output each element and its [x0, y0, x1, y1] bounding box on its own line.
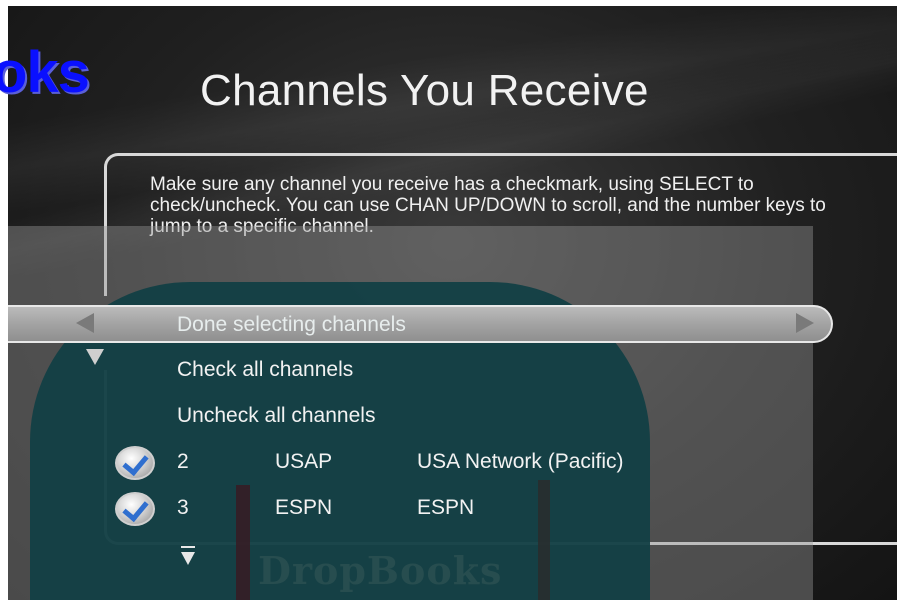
checkmark-icon: [122, 448, 149, 477]
channel-number: 3: [177, 496, 189, 519]
channel-number: 2: [177, 450, 189, 473]
scroll-indicator-bar: [181, 546, 195, 548]
channel-callsign: ESPN: [275, 496, 333, 519]
right-arrow-icon[interactable]: [796, 313, 814, 333]
checkmark-icon: [122, 494, 149, 523]
selection-highlight: [8, 305, 833, 343]
channel-callsign: USAP: [275, 450, 333, 473]
uncheck-all-button[interactable]: Uncheck all channels: [177, 404, 375, 428]
page-title: Channels You Receive: [200, 66, 649, 115]
check-all-button[interactable]: Check all channels: [177, 358, 353, 382]
down-arrow-outline-icon: [86, 349, 104, 365]
channel-name: ESPN: [417, 496, 475, 519]
done-selecting-button[interactable]: Done selecting channels: [177, 313, 406, 337]
watermark-text: oks: [0, 40, 90, 105]
checkbox[interactable]: [115, 492, 155, 526]
checkbox[interactable]: [115, 446, 155, 480]
down-arrow-icon[interactable]: [181, 552, 195, 565]
channel-name: USA Network (Pacific): [417, 450, 624, 473]
channel-row[interactable]: 3 ESPN ESPN: [115, 492, 815, 526]
channel-row[interactable]: 2 USAP USA Network (Pacific): [115, 446, 815, 480]
background-logo-text: DropBooks: [258, 548, 503, 593]
left-arrow-icon[interactable]: [76, 313, 94, 333]
